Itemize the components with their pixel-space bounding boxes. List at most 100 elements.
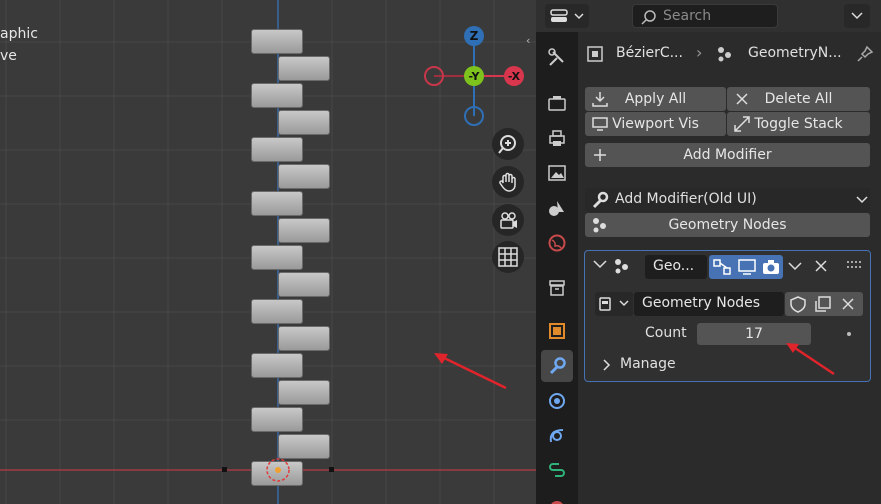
manage-subpanel-header[interactable]: Manage [620,356,676,372]
tab-tool[interactable] [541,42,573,74]
add-modifier-label: Add Modifier [683,147,772,163]
modifier-name-field[interactable]: Geo... [645,255,707,279]
monitor-icon[interactable] [737,258,757,276]
properties-header: Search [536,0,881,32]
tab-data[interactable] [541,490,573,504]
data-icon [551,501,563,504]
wrench-icon [592,191,609,209]
brick [278,56,330,81]
chevron-right-icon[interactable] [603,359,611,371]
count-label: Count [645,325,687,341]
tab-world[interactable] [541,227,573,259]
brick [278,434,330,459]
camera-icon [500,212,517,229]
modifier-name-text: Geo... [653,258,695,274]
properties-editor-icon [550,9,584,22]
monitor-icon [592,117,608,131]
search-placeholder: Search [663,8,712,24]
object-origin-icon [266,458,290,482]
breadcrumb-modifier: GeometryN... [748,45,842,61]
node-group-browse-button[interactable] [595,292,633,316]
sidebar-collapse-icon[interactable]: ‹ [526,34,536,48]
properties-tabs [536,32,578,504]
properties-editor: Search BézierC... › GeometryN... Apply A… [536,0,881,504]
apply-icon [592,92,608,107]
toggle-stack-label: Toggle Stack [754,116,843,132]
viewport-overlay-text-2: ve [0,48,17,64]
gizmo-y-axis[interactable]: -Y [464,66,484,86]
toggle-stack-button[interactable]: Toggle Stack [727,112,870,136]
brick [251,353,303,378]
tab-render[interactable] [541,87,573,119]
add-modifier-button[interactable]: Add Modifier [585,143,870,167]
search-input[interactable]: Search [632,4,778,28]
tab-scene[interactable] [541,192,573,224]
camera-icon[interactable] [761,258,781,276]
viewport-vis-label: Viewport Vis [612,116,699,132]
edit-mode-icon[interactable] [712,258,732,276]
annotation-arrow [434,353,507,390]
chevron-down-icon[interactable] [788,262,802,272]
camera-view-tool[interactable] [492,204,524,236]
gizmo-x-axis[interactable]: -X [504,66,524,86]
tab-modifiers[interactable] [541,350,573,382]
delete-all-label: Delete All [764,91,833,107]
image-icon [548,165,566,181]
brick [278,272,330,297]
brick [251,191,303,216]
geometry-nodes-old-ui-button[interactable]: Geometry Nodes [585,213,870,237]
particles-icon [549,393,565,409]
tab-view-layer[interactable] [541,157,573,189]
gizmo-z-axis[interactable]: Z [464,26,484,46]
keyframe-dot-icon[interactable] [847,332,851,336]
tab-constraints[interactable] [541,455,573,487]
ortho-toggle-tool[interactable] [492,241,524,273]
apply-all-button[interactable]: Apply All [585,87,726,111]
brick [251,407,303,432]
physics-icon [549,429,564,443]
node-tree-icon [599,297,629,311]
tab-collection[interactable] [541,272,573,304]
viewport-overlay-text-1: aphic [0,26,38,42]
collection-icon [549,280,565,296]
drag-handle-icon[interactable] [847,260,863,270]
chevron-down-icon[interactable] [593,260,607,270]
node-group-name-field[interactable]: Geometry Nodes [634,292,784,316]
breadcrumb-object: BézierC... [616,45,683,61]
world-icon [548,234,566,252]
geometry-nodes-icon [615,259,628,274]
tab-object[interactable] [541,315,573,347]
3d-viewport[interactable]: aphic ve Z -Y -X ‹ [0,0,536,504]
expand-icon [734,116,750,132]
options-dropdown-button[interactable] [844,4,870,28]
editor-type-button[interactable] [545,4,589,28]
scene-icon [549,201,564,216]
tab-output[interactable] [541,122,573,154]
chevron-down-icon [856,196,868,204]
tool-icon [548,48,564,66]
unlink-icon[interactable] [840,296,856,312]
brick [251,83,303,108]
printer-icon [549,130,565,146]
pin-icon[interactable] [856,45,874,63]
delete-all-button[interactable]: Delete All [727,87,870,111]
duplicate-icon[interactable] [813,295,833,313]
breadcrumb-separator: › [696,43,703,62]
hand-icon [499,172,516,192]
pan-tool[interactable] [492,166,524,198]
close-icon [736,93,748,105]
add-modifier-old-ui-dropdown[interactable]: Add Modifier(Old UI) [585,188,870,212]
node-group-actions [785,292,863,316]
tab-particles[interactable] [541,385,573,417]
viewport-vis-button[interactable]: Viewport Vis [585,112,726,136]
close-icon[interactable] [814,259,828,273]
geometry-nodes-icon [718,47,731,62]
fake-user-shield-icon[interactable] [788,295,808,313]
render-icon [548,96,566,111]
grid-icon [498,247,518,267]
tab-physics[interactable] [541,420,573,452]
brick [278,326,330,351]
plus-icon [594,149,606,161]
wrench-icon [549,357,566,375]
zoom-tool[interactable] [492,128,524,160]
